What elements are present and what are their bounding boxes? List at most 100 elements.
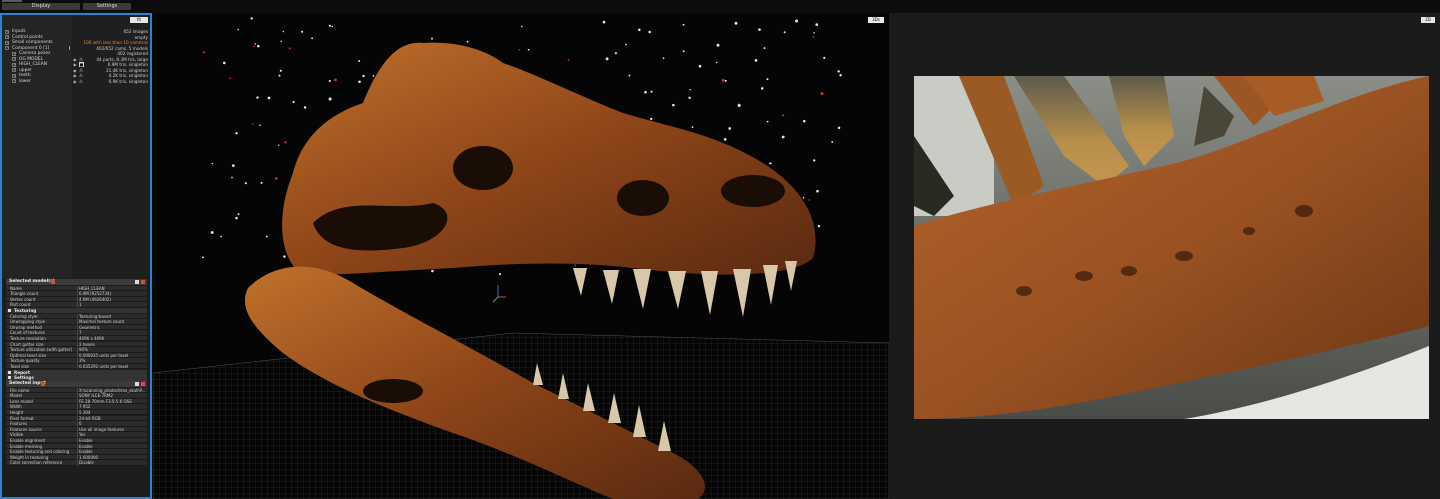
view-mode-button-2d[interactable]: 2D — [1421, 17, 1435, 23]
camera-point — [311, 37, 314, 40]
tree-row-high-clean[interactable]: + HIGH_CLEAN ◉ ■ 6.9M tris, singleton — [2, 62, 150, 67]
camera-point — [715, 61, 718, 64]
camera-point — [331, 25, 334, 28]
camera-point — [303, 106, 307, 109]
camera-point — [253, 45, 256, 47]
camera-point — [231, 164, 235, 167]
camera-point — [358, 60, 361, 62]
expand-icon[interactable]: + — [5, 35, 9, 39]
eye-icon[interactable]: ◉ — [73, 62, 77, 67]
settings-group-header[interactable]: Settings — [6, 375, 147, 381]
tree-row-lower[interactable]: + lower ◉ ⁂ 6.9K tris, singleton — [2, 79, 150, 84]
camera-point — [628, 74, 631, 77]
camera-point — [817, 224, 821, 228]
camera-point — [662, 57, 665, 59]
camera-point — [237, 213, 240, 216]
expand-icon[interactable]: + — [12, 62, 16, 67]
lock-icon[interactable]: ⁂ — [79, 79, 83, 84]
eye-icon[interactable]: ◉ — [73, 68, 77, 73]
tree-row-control-points[interactable]: + Control points empty — [2, 35, 150, 40]
tree-row-camera-poses[interactable]: + Camera poses 402 registered — [2, 51, 150, 56]
tree-header: fit — [5, 17, 148, 23]
expand-icon[interactable]: + — [12, 79, 16, 83]
expand-icon[interactable]: + — [12, 51, 16, 56]
selected-model-icon[interactable]: ■ — [79, 62, 84, 67]
camera-point — [724, 79, 727, 82]
prop-color-correction-reference[interactable]: Color correction reference Disable — [6, 460, 147, 466]
camera-point — [721, 78, 725, 82]
camera-point — [644, 90, 647, 94]
tree-row-teeth[interactable]: + teeth ◉ ⁂ 4.2K tris, singleton — [2, 73, 150, 78]
camera-point — [260, 181, 263, 184]
tree-row-og-model[interactable]: + OG MODEL ◉ ⁂ 44 parts, 8.3M tris, larg… — [2, 57, 150, 62]
pin-icon[interactable] — [135, 382, 139, 386]
camera-point — [839, 73, 842, 77]
eye-icon[interactable]: ◉ — [73, 79, 77, 84]
camera-point — [431, 269, 434, 273]
expand-icon[interactable]: + — [5, 40, 9, 45]
camera-point — [235, 132, 238, 135]
camera-point — [259, 124, 261, 126]
expand-icon[interactable]: + — [5, 29, 9, 34]
tree-row-component-0[interactable]: − Component 0 [1] 402/652 cams, 5 models — [2, 46, 150, 51]
tab-settings[interactable]: Settings — [83, 3, 131, 10]
collapse-icon[interactable]: − — [5, 46, 9, 50]
view-mode-button[interactable]: 3Ds — [868, 17, 884, 23]
expand-icon[interactable]: + — [12, 68, 16, 72]
scene-tree: fit + Inputs 652 images + Control points… — [2, 15, 150, 278]
camera-point — [795, 19, 799, 23]
camera-point — [650, 117, 653, 121]
scene-3d — [153, 17, 889, 499]
camera-point — [769, 162, 771, 165]
tree-row-small-components[interactable]: + Small components 106 with less than 10… — [2, 40, 150, 45]
camera-point — [250, 17, 253, 20]
collapse-icon[interactable] — [8, 309, 11, 313]
camera-point — [202, 51, 205, 54]
camera-point — [235, 216, 238, 220]
close-icon[interactable] — [141, 382, 145, 386]
camera-point — [211, 162, 213, 165]
camera-point — [518, 48, 521, 51]
eye-icon[interactable]: ◉ — [73, 57, 77, 62]
camera-point — [837, 126, 841, 130]
camera-point — [638, 28, 641, 32]
camera-point — [682, 23, 685, 26]
viewport-2d[interactable]: 2D — [891, 13, 1440, 499]
camera-point — [574, 264, 577, 267]
lock-icon[interactable]: ⁂ — [79, 68, 83, 73]
camera-point — [605, 57, 609, 61]
tree-fit-button[interactable]: fit — [130, 17, 148, 23]
expand-icon[interactable] — [8, 370, 11, 374]
tree-row-inputs[interactable]: + Inputs 652 images — [2, 29, 150, 34]
close-section-icon[interactable] — [41, 382, 45, 386]
close-section-icon[interactable] — [51, 280, 55, 284]
camera-point — [220, 235, 222, 238]
camera-point — [466, 40, 469, 43]
expand-icon[interactable] — [8, 376, 11, 380]
pin-icon[interactable] — [135, 280, 139, 284]
viewport-3d[interactable]: 3Ds — [153, 13, 889, 499]
eye-icon[interactable]: ◉ — [73, 73, 77, 78]
lock-icon[interactable]: ⁂ — [79, 57, 83, 62]
tree-row-upper[interactable]: + upper ◉ ⁂ 21.4K tris, singleton — [2, 68, 150, 73]
toolbar-indicator — [2, 0, 22, 2]
expand-icon[interactable]: + — [12, 57, 16, 61]
camera-point — [257, 44, 260, 48]
warning-text: 106 with less than 10 cameras — [83, 40, 148, 45]
lock-icon[interactable]: ⁂ — [79, 73, 83, 78]
camera-point — [716, 43, 720, 47]
camera-point — [602, 20, 606, 24]
camera-point — [328, 79, 331, 82]
selected-model-header[interactable]: Selected model(s) — [6, 279, 147, 285]
camera-point — [202, 256, 204, 259]
camera-point — [431, 37, 433, 40]
camera-point — [251, 122, 254, 125]
camera-point — [691, 126, 694, 128]
close-icon[interactable] — [141, 280, 145, 284]
selected-input-header[interactable]: Selected input — [6, 381, 147, 387]
camera-point — [760, 87, 764, 90]
expand-icon[interactable]: + — [12, 73, 16, 78]
camera-point — [625, 43, 627, 46]
camera-point — [723, 138, 727, 141]
tab-display[interactable]: Display — [2, 3, 80, 10]
